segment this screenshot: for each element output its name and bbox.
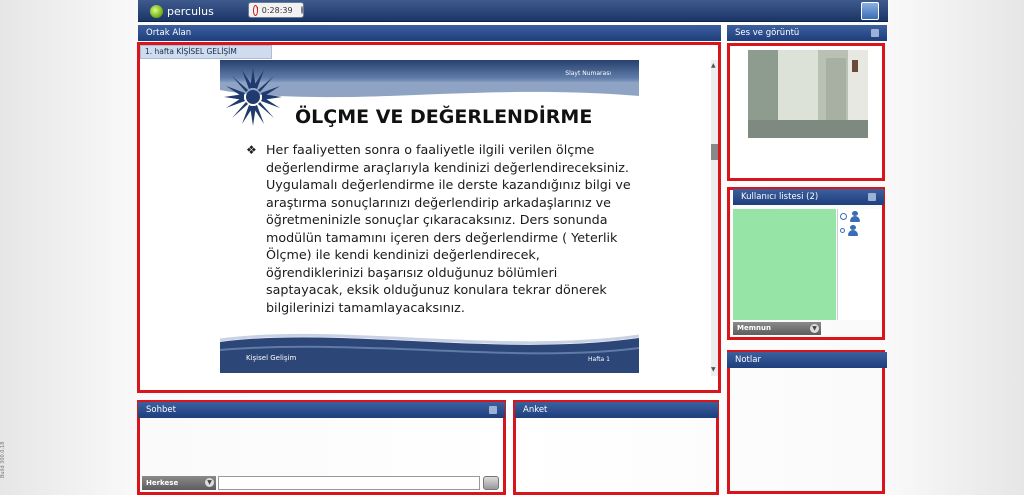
slide-body-text: Her faaliyetten sonra o faaliyetle ilgil… — [266, 142, 631, 315]
presentation-slide: Slayt Numarası ÖLÇME VE DEĞERLENDİRME ❖ … — [220, 60, 639, 373]
status-icon — [840, 212, 847, 220]
user-detail-area — [733, 209, 836, 320]
scroll-down-icon[interactable]: ▼ — [711, 366, 716, 373]
minimize-icon[interactable] — [489, 406, 497, 414]
slide-footer-week: Hafta 1 — [588, 356, 610, 363]
mood-select[interactable]: Memnun ▼ — [733, 322, 821, 335]
user-list — [837, 209, 881, 320]
minimize-icon[interactable] — [871, 29, 879, 37]
chevron-down-icon: ▼ — [810, 324, 819, 333]
document-tab-strip: 1. hafta KİŞİSEL GELİŞİM — [140, 45, 718, 60]
slide-number-label: Slayt Numarası — [565, 70, 611, 77]
shared-area-header: Ortak Alan — [138, 25, 721, 41]
webcam-video — [748, 50, 868, 138]
session-timer: 0:28:39 — [248, 2, 304, 18]
fullscreen-button[interactable] — [861, 2, 879, 20]
chat-header: Sohbet — [138, 402, 505, 418]
chat-recipient-value: Herkese — [146, 479, 179, 487]
chevron-down-icon: ▼ — [205, 478, 214, 487]
webcam-frame-image — [748, 50, 868, 138]
slide-scrollbar[interactable]: ▲ ▼ — [711, 60, 718, 376]
video-panel-title: Ses ve görüntü — [735, 28, 800, 38]
minimize-icon[interactable] — [868, 193, 876, 201]
poll-header: Anket — [515, 402, 718, 418]
scroll-up-icon[interactable]: ▲ — [711, 62, 716, 69]
slide-footer-course: Kişisel Gelişim — [246, 354, 297, 362]
video-panel-header: Ses ve görüntü — [727, 25, 887, 41]
slide-bullet: ❖ — [246, 143, 257, 157]
mood-value: Memnun — [737, 324, 771, 332]
user-icon — [848, 224, 858, 236]
close-icon[interactable] — [300, 6, 303, 14]
chat-title: Sohbet — [146, 405, 176, 415]
notes-header: Notlar — [727, 352, 887, 368]
user-icon — [850, 210, 860, 222]
poll-title: Anket — [523, 405, 548, 415]
perculus-logo: perculus — [150, 3, 214, 19]
university-emblem-icon — [224, 68, 282, 126]
build-version: Build 300.0.18 — [0, 441, 6, 478]
clock-icon — [253, 4, 258, 16]
user-row[interactable] — [840, 223, 858, 237]
tab-document[interactable]: 1. hafta KİŞİSEL GELİŞİM — [140, 45, 272, 59]
notes-title: Notlar — [735, 355, 761, 365]
logo-text: perculus — [167, 4, 214, 18]
slide-title: ÖLÇME VE DEĞERLENDİRME — [295, 106, 593, 128]
chat-recipient-select[interactable]: Herkese ▼ — [142, 476, 216, 490]
user-list-title: Kullanıcı listesi (2) — [741, 192, 819, 202]
shared-area-title: Ortak Alan — [146, 28, 192, 38]
user-list-header: Kullanıcı listesi (2) — [733, 189, 884, 205]
timer-value: 0:28:39 — [261, 5, 293, 15]
send-button[interactable] — [483, 476, 499, 490]
notes-panel — [727, 350, 885, 494]
chat-input[interactable] — [218, 476, 480, 490]
scroll-thumb[interactable] — [711, 144, 718, 160]
top-bar: perculus 0:28:39 — [138, 0, 888, 22]
status-icon — [840, 227, 845, 233]
perculus-logo-icon — [150, 4, 163, 18]
slide-bottom-band — [220, 333, 639, 373]
user-row[interactable] — [840, 209, 860, 223]
